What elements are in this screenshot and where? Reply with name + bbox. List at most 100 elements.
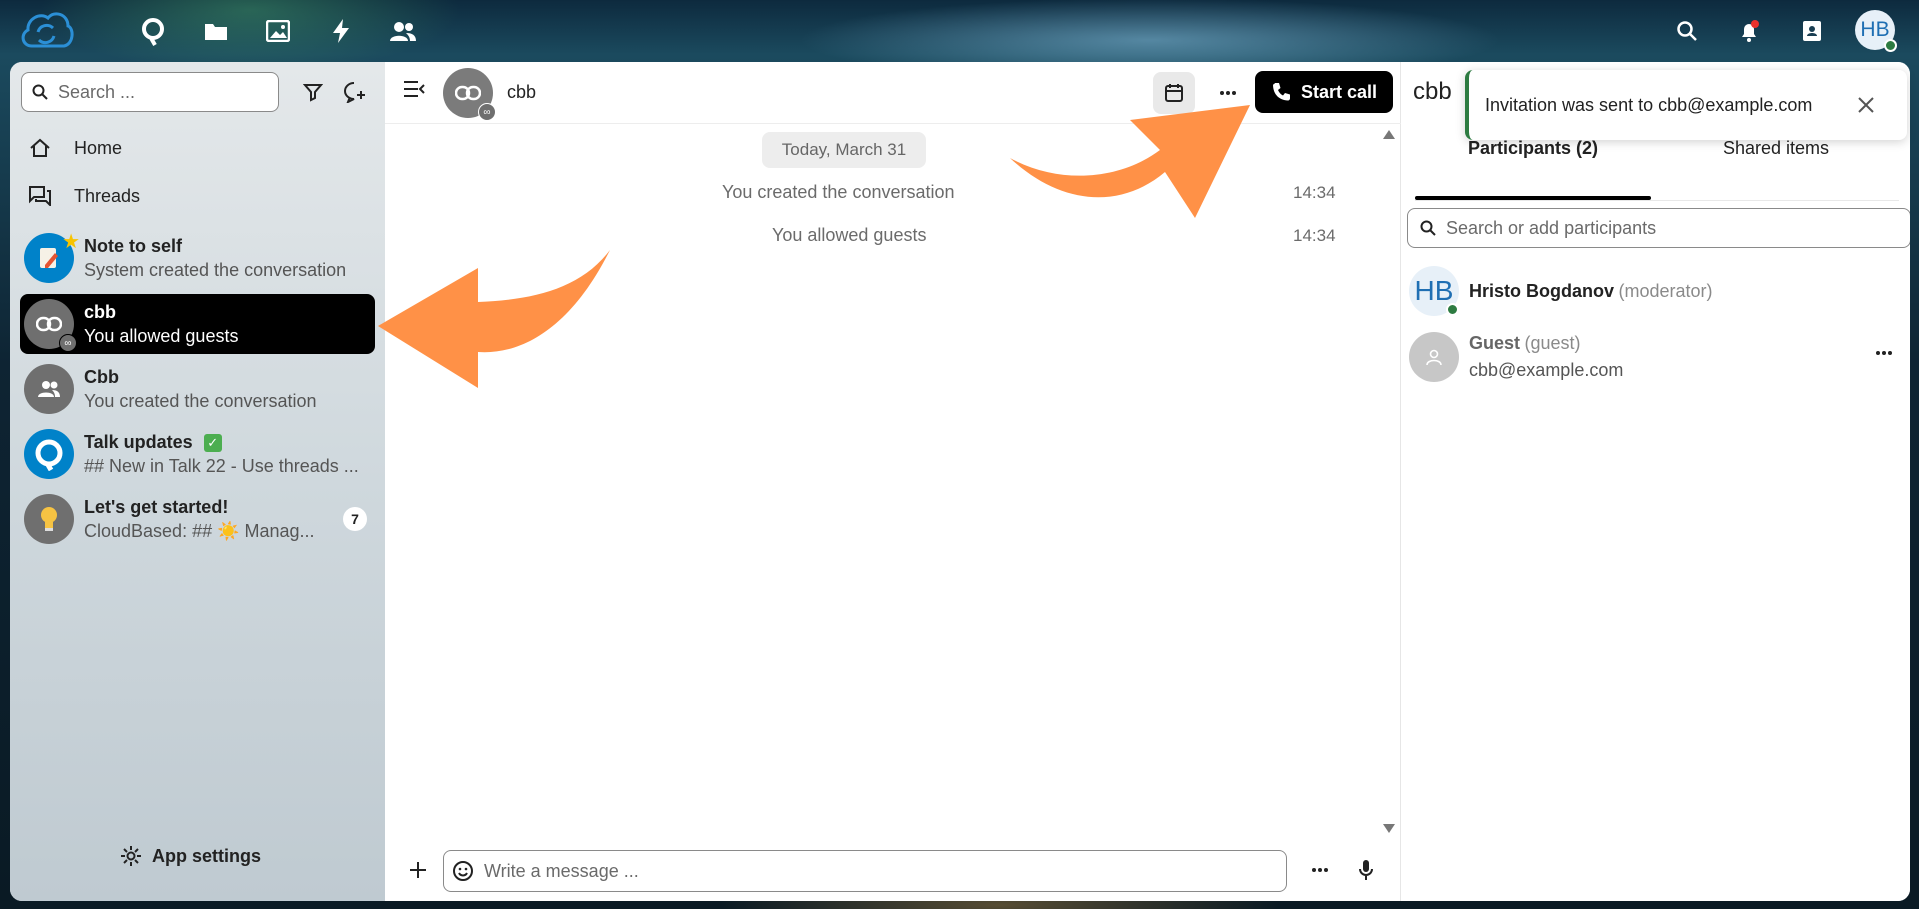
participant-search-input[interactable]: Search or add participants <box>1407 208 1910 248</box>
filter-icon <box>303 84 323 102</box>
system-message: You allowed guests <box>772 225 927 245</box>
more-icon <box>1876 351 1892 355</box>
talk-logo-icon <box>24 429 74 479</box>
participant-email: cbb@example.com <box>1469 360 1624 380</box>
conversation-search-input[interactable]: Search ... <box>21 72 279 112</box>
guest-avatar-icon <box>1409 332 1459 382</box>
talk-icon[interactable] <box>136 14 170 48</box>
conversation-note-to-self[interactable]: ★ Note to self System created the conver… <box>20 228 375 288</box>
app-settings-label: App settings <box>152 845 262 866</box>
app-window: Search ... Home Threads ★ Note to self S… <box>10 62 1910 901</box>
home-icon <box>20 138 60 158</box>
scroll-down-arrow[interactable] <box>1383 824 1395 833</box>
conversation-name: Let's get started! <box>84 496 229 517</box>
more-icon <box>1312 868 1328 872</box>
participant-actions-button[interactable] <box>1869 338 1899 368</box>
plus-icon <box>410 862 426 878</box>
calendar-icon <box>1165 84 1183 102</box>
conversation-actions-button[interactable] <box>1207 72 1249 114</box>
system-message: You created the conversation <box>722 182 955 202</box>
new-conversation-button[interactable] <box>335 72 375 112</box>
online-status-icon <box>1446 303 1459 316</box>
conversation-talk-updates[interactable]: Talk updates ✓ ## New in Talk 22 - Use t… <box>20 424 375 484</box>
voice-message-button[interactable] <box>1351 855 1381 885</box>
cloud-logo-icon[interactable] <box>18 4 74 58</box>
conversation-name: Cbb <box>84 366 119 387</box>
toggle-navigation-button[interactable] <box>403 80 429 106</box>
contacts-menu-icon[interactable] <box>1795 14 1829 48</box>
unread-count-badge: 7 <box>343 507 367 531</box>
conversation-list-sidebar: Search ... Home Threads ★ Note to self S… <box>10 62 385 901</box>
app-settings-button[interactable]: App settings <box>120 845 261 867</box>
online-status-icon <box>1884 39 1897 52</box>
photos-icon[interactable] <box>261 14 295 48</box>
contacts-icon[interactable] <box>386 14 420 48</box>
filter-button[interactable] <box>293 72 333 112</box>
avatar-initials: HB <box>1860 18 1890 41</box>
search-icon[interactable] <box>1670 14 1704 48</box>
attach-button[interactable] <box>403 855 433 885</box>
conversation-cbb-group[interactable]: Cbb You created the conversation <box>20 359 375 419</box>
message-time: 14:34 <box>1293 183 1336 202</box>
toast-close-button[interactable] <box>1853 92 1879 118</box>
new-chat-icon <box>344 82 365 103</box>
top-bar: HB <box>0 0 1919 62</box>
conversation-last-message: You allowed guests <box>84 325 239 346</box>
nav-link-threads[interactable]: Threads <box>20 174 375 218</box>
verified-check-icon: ✓ <box>203 433 222 452</box>
chat-header: ∞ cbb Start call <box>385 62 1401 124</box>
search-placeholder: Search ... <box>58 81 136 102</box>
toast-message: Invitation was sent to cbb@example.com <box>1485 94 1813 115</box>
participant-name: Guest <box>1469 333 1521 353</box>
files-icon[interactable] <box>199 14 233 48</box>
note-icon: ★ <box>24 231 80 283</box>
participant-avatar: HB <box>1409 266 1459 316</box>
public-link-badge-icon: ∞ <box>478 103 496 121</box>
conversation-details-sidebar: cbb Participants (2) Shared items Search… <box>1401 62 1910 901</box>
lightbulb-icon <box>24 494 74 544</box>
activity-icon[interactable] <box>324 14 358 48</box>
search-icon <box>32 84 48 100</box>
nav-link-home[interactable]: Home <box>20 126 375 170</box>
conversation-name: Talk updates ✓ <box>84 432 364 453</box>
emoji-icon[interactable] <box>452 860 474 882</box>
conversation-title[interactable]: cbb <box>507 82 536 103</box>
conversation-lets-get-started[interactable]: Let's get started! CloudBased: ## ☀️ Man… <box>20 489 375 549</box>
public-link-badge-icon: ∞ <box>59 334 77 352</box>
conversation-avatar[interactable]: ∞ <box>443 68 496 121</box>
threads-icon <box>20 186 60 206</box>
conversation-last-message: CloudBased: ## ☀️ Manag... <box>84 520 315 541</box>
group-icon <box>24 364 74 414</box>
participant-role: (moderator) <box>1618 280 1713 301</box>
participant-initials: HB <box>1414 275 1454 306</box>
tab-participants[interactable]: Participants (2) <box>1415 138 1651 164</box>
more-icon <box>1220 91 1236 95</box>
participant-search-placeholder: Search or add participants <box>1446 217 1657 238</box>
tab-shared-items[interactable]: Shared items <box>1658 138 1894 164</box>
conversation-last-message: You created the conversation <box>84 390 317 411</box>
conversation-last-message: ## New in Talk 22 - Use threads ... <box>84 455 359 476</box>
conversation-name: cbb <box>84 301 117 322</box>
favorite-star-icon: ★ <box>62 231 80 253</box>
message-input[interactable]: Write a message ... <box>443 850 1287 892</box>
participant-role: (guest) <box>1524 333 1581 353</box>
participant-row[interactable]: HB Hristo Bogdanov (moderator) <box>1409 264 1899 318</box>
notifications-icon[interactable] <box>1732 14 1766 48</box>
start-call-label: Start call <box>1300 81 1378 102</box>
phone-icon <box>1272 83 1290 101</box>
nav-link-label: Threads <box>74 185 141 206</box>
user-avatar[interactable]: HB <box>1855 10 1897 52</box>
start-call-button[interactable]: Start call <box>1255 71 1393 113</box>
composer-more-button[interactable] <box>1305 855 1335 885</box>
microphone-icon <box>1359 860 1373 880</box>
conversation-cbb-link[interactable]: ∞ cbb You allowed guests <box>20 294 375 354</box>
participant-row[interactable]: Guest (guest) cbb@example.com <box>1409 326 1899 388</box>
scroll-up-arrow[interactable] <box>1383 130 1395 139</box>
message-time: 14:34 <box>1293 226 1336 245</box>
participant-name: Hristo Bogdanov <box>1469 280 1615 301</box>
sidebar-title: cbb <box>1413 78 1452 105</box>
date-separator: Today, March 31 <box>762 132 926 168</box>
conversation-name: Note to self <box>84 235 183 256</box>
calendar-button[interactable] <box>1153 72 1195 114</box>
nav-link-label: Home <box>74 137 123 158</box>
